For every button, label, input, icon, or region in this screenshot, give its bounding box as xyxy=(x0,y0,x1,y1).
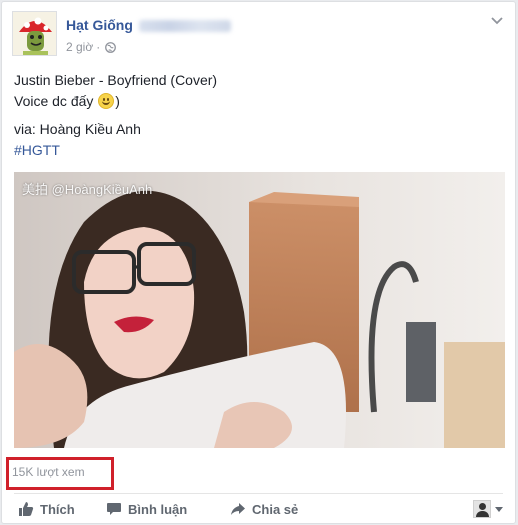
comment-label: Bình luận xyxy=(128,501,188,517)
author-name[interactable]: Hạt Giống xyxy=(66,17,231,33)
hashtag-link[interactable]: #HGTT xyxy=(14,140,504,161)
author-name-text[interactable]: Hạt Giống xyxy=(66,17,133,33)
post-via-line: via: Hoàng Kiều Anh xyxy=(14,121,141,137)
share-arrow-icon xyxy=(231,503,245,515)
comment-icon xyxy=(107,503,121,515)
view-count[interactable]: 15K lượt xem xyxy=(12,465,85,479)
page-avatar[interactable] xyxy=(12,11,57,56)
video-player[interactable]: 美拍 @HoàngKiềuAnh xyxy=(14,172,505,448)
user-avatar-icon xyxy=(473,500,491,518)
video-frame xyxy=(14,172,505,448)
like-label: Thích xyxy=(40,501,75,517)
post-meta: 2 giờ · xyxy=(66,40,117,54)
post-title-line: Justin Bieber - Boyfriend (Cover) xyxy=(14,72,218,88)
timestamp[interactable]: 2 giờ xyxy=(66,40,93,54)
like-button[interactable]: Thích xyxy=(18,498,75,520)
post-voice-line: Voice dc đấy ) xyxy=(14,91,504,112)
chevron-down-icon[interactable] xyxy=(489,13,505,29)
post-card: Hạt Giống 2 giờ · Justin Bieber - Boyfri… xyxy=(1,1,516,524)
share-label: Chia sẻ xyxy=(252,501,299,517)
thumbs-up-icon xyxy=(19,502,34,516)
globe-icon[interactable] xyxy=(105,41,117,53)
post-as-selector[interactable] xyxy=(473,500,503,518)
blurred-name-part xyxy=(138,20,231,33)
divider xyxy=(14,493,503,494)
post-header: Hạt Giống 2 giờ · xyxy=(12,11,507,61)
caret-down-icon xyxy=(495,506,503,512)
comment-button[interactable]: Bình luận xyxy=(106,498,187,520)
smile-emoji-icon xyxy=(98,93,115,109)
post-text: Justin Bieber - Boyfriend (Cover) Voice … xyxy=(14,70,504,161)
voice-text: Voice dc đấy xyxy=(14,93,94,109)
video-watermark: 美拍 @HoàngKiềuAnh xyxy=(22,182,153,197)
share-button[interactable]: Chia sẻ xyxy=(230,498,298,520)
action-bar: Thích Bình luận Chia sẻ xyxy=(14,498,505,520)
voice-suffix: ) xyxy=(115,93,120,109)
